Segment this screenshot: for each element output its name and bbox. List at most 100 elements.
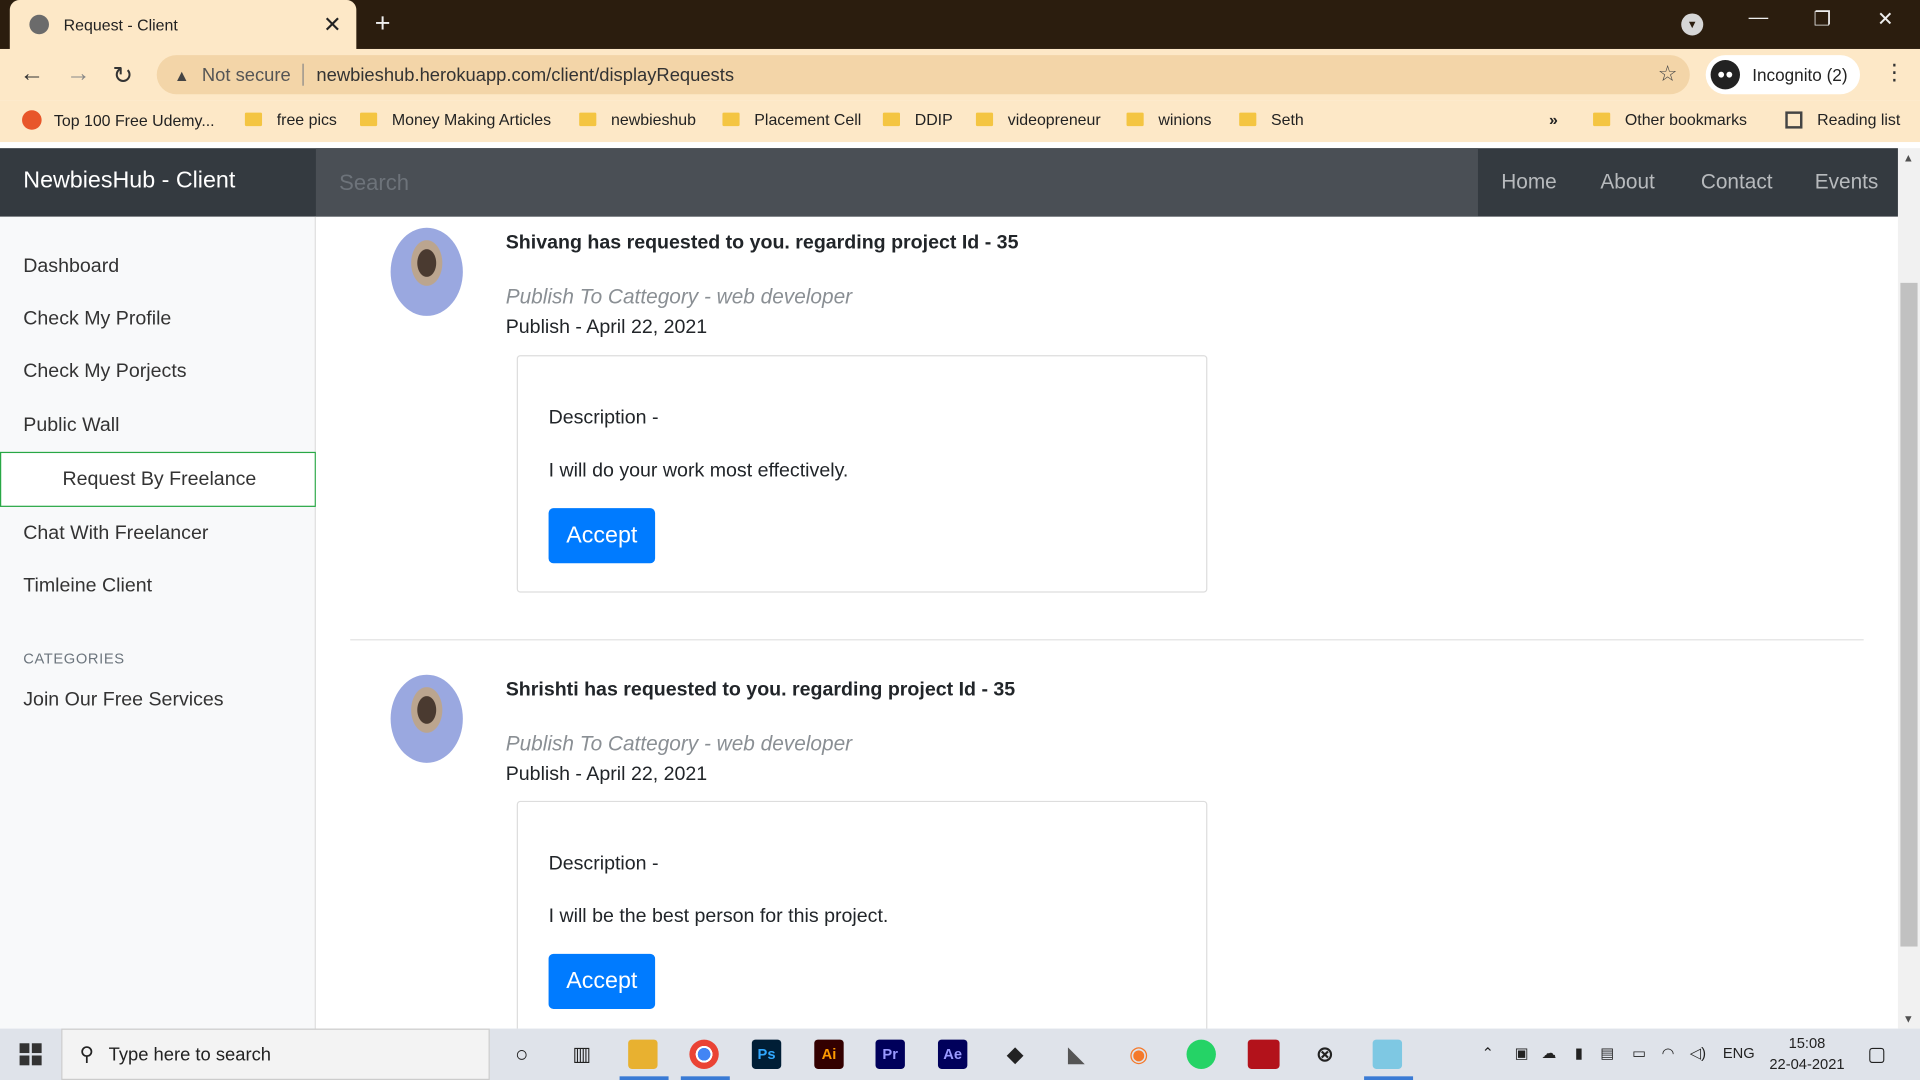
browser-tab[interactable]: Request - Client ✕ bbox=[9, 0, 357, 49]
tab-close-icon[interactable]: ✕ bbox=[323, 12, 341, 38]
sidebar-item-requests[interactable]: Request By Freelance bbox=[0, 451, 316, 507]
sidebar-item-public-wall[interactable]: Public Wall bbox=[23, 415, 119, 437]
chrome-icon[interactable] bbox=[689, 1039, 719, 1069]
premiere-icon[interactable]: Pr bbox=[875, 1039, 905, 1069]
description-label: Description - bbox=[548, 407, 659, 429]
active-app-indicator bbox=[1364, 1076, 1414, 1080]
site-navbar: NewbiesHub - Client Search Home About Co… bbox=[0, 148, 1898, 217]
divider bbox=[350, 639, 1864, 641]
whatsapp-icon[interactable] bbox=[1186, 1039, 1216, 1069]
windows-taskbar: ⚲ Type here to search ○ ▥ Ps Ai Pr Ae ◆ … bbox=[0, 1028, 1920, 1080]
bookmark-item[interactable]: Money Making Articles bbox=[360, 110, 551, 129]
udemy-icon bbox=[22, 110, 42, 130]
xbox-icon[interactable]: ⊗ bbox=[1310, 1040, 1339, 1069]
request-title: Shrishti has requested to you. regarding… bbox=[505, 679, 1016, 701]
app-icon[interactable] bbox=[1372, 1039, 1403, 1069]
not-secure-label[interactable]: Not secure bbox=[202, 64, 291, 85]
clock-time: 15:08 bbox=[1788, 1034, 1826, 1052]
more-bookmarks-button[interactable]: » bbox=[1549, 110, 1558, 128]
sidebar-item-chat[interactable]: Chat With Freelancer bbox=[23, 523, 208, 545]
scroll-down-icon[interactable]: ▼ bbox=[1903, 1013, 1914, 1025]
language-indicator[interactable]: ENG bbox=[1723, 1044, 1755, 1061]
scroll-thumb[interactable] bbox=[1900, 282, 1918, 947]
folder-icon bbox=[882, 112, 901, 127]
bookmarks-bar: Top 100 Free Udemy... free pics Money Ma… bbox=[0, 100, 1920, 143]
description-text: I will be the best person for this proje… bbox=[548, 906, 889, 927]
tab-search-icon[interactable]: ▼ bbox=[1681, 13, 1704, 36]
clock-date: 22-04-2021 bbox=[1769, 1055, 1845, 1073]
browser-menu-icon[interactable]: ⋮ bbox=[1883, 60, 1905, 86]
site-brand[interactable]: NewbiesHub - Client bbox=[23, 168, 235, 195]
inkscape-icon[interactable]: ◆ bbox=[1000, 1040, 1029, 1069]
restore-icon[interactable]: ❐ bbox=[1813, 7, 1831, 31]
volume-icon[interactable]: ◁) bbox=[1690, 1044, 1706, 1061]
forward-icon[interactable]: → bbox=[66, 60, 90, 88]
nav-about[interactable]: About bbox=[1600, 170, 1654, 194]
browser-toolbar: ← → ↻ ▲ Not secure newbieshub.herokuapp.… bbox=[0, 48, 1920, 101]
nav-events[interactable]: Events bbox=[1815, 170, 1879, 194]
scroll-up-icon[interactable]: ▲ bbox=[1903, 152, 1914, 164]
sidebar-item-timeline[interactable]: Timleine Client bbox=[23, 576, 152, 598]
bookmark-item[interactable]: videopreneur bbox=[975, 110, 1101, 129]
gimp-icon[interactable]: ◣ bbox=[1062, 1040, 1091, 1069]
bookmark-item[interactable]: Placement Cell bbox=[722, 110, 861, 129]
file-explorer-icon[interactable] bbox=[628, 1039, 658, 1069]
page-scrollbar[interactable]: ▲ ▼ bbox=[1897, 148, 1920, 1029]
nav-contact[interactable]: Contact bbox=[1701, 170, 1773, 194]
description-label: Description - bbox=[548, 853, 659, 875]
illustrator-icon[interactable]: Ai bbox=[814, 1039, 844, 1069]
sidebar-item-dashboard[interactable]: Dashboard bbox=[23, 256, 119, 278]
microphone-icon[interactable]: ▮ bbox=[1575, 1044, 1583, 1061]
bookmark-item[interactable]: DDIP bbox=[882, 110, 953, 129]
accept-button[interactable]: Accept bbox=[548, 953, 656, 1009]
wifi-icon[interactable]: ◠ bbox=[1662, 1044, 1675, 1061]
task-view-icon[interactable]: ▥ bbox=[567, 1040, 596, 1069]
minimize-icon[interactable]: — bbox=[1749, 7, 1769, 29]
tab-title: Request - Client bbox=[63, 15, 178, 34]
search-icon: ⚲ bbox=[79, 1044, 94, 1066]
nav-home[interactable]: Home bbox=[1501, 170, 1557, 194]
search-input[interactable]: Search bbox=[315, 148, 1478, 217]
request-date: Publish - April 22, 2021 bbox=[505, 317, 708, 338]
battery-icon[interactable]: ▭ bbox=[1632, 1044, 1646, 1061]
folder-icon bbox=[722, 112, 740, 127]
bookmark-item[interactable]: winions bbox=[1126, 110, 1211, 129]
taskbar-search-input[interactable]: ⚲ Type here to search bbox=[61, 1028, 490, 1080]
reading-list-icon bbox=[1785, 110, 1803, 128]
app-icon[interactable] bbox=[1247, 1039, 1280, 1069]
other-bookmarks[interactable]: Other bookmarks bbox=[1593, 110, 1747, 129]
tray-icon[interactable]: ▣ bbox=[1515, 1044, 1529, 1061]
back-icon[interactable]: ← bbox=[20, 60, 44, 88]
sidebar-item-projects[interactable]: Check My Porjects bbox=[23, 361, 186, 383]
tray-icon[interactable]: ▤ bbox=[1600, 1044, 1614, 1061]
request-category: Publish To Cattegory - web developer bbox=[505, 732, 853, 756]
bookmark-item[interactable]: Seth bbox=[1239, 110, 1304, 129]
reading-list[interactable]: Reading list bbox=[1785, 110, 1900, 129]
blender-icon[interactable]: ◉ bbox=[1124, 1040, 1153, 1069]
tray-chevron-icon[interactable]: ⌃ bbox=[1482, 1044, 1494, 1061]
reload-icon[interactable]: ↻ bbox=[113, 60, 134, 91]
bookmark-star-icon[interactable]: ☆ bbox=[1658, 61, 1678, 87]
folder-icon bbox=[975, 112, 994, 127]
windows-start-icon[interactable] bbox=[19, 1043, 42, 1066]
onedrive-icon[interactable]: ☁ bbox=[1542, 1044, 1557, 1061]
clock[interactable]: 15:08 22-04-2021 bbox=[1769, 1033, 1844, 1075]
new-tab-button[interactable]: + bbox=[375, 7, 391, 39]
bookmark-item[interactable]: newbieshub bbox=[579, 110, 696, 129]
address-bar[interactable]: ▲ Not secure newbieshub.herokuapp.com/cl… bbox=[156, 55, 1690, 95]
incognito-button[interactable]: ●● Incognito (2) bbox=[1705, 55, 1861, 95]
request-category: Publish To Cattegory - web developer bbox=[505, 285, 853, 309]
sidebar-item-free-services[interactable]: Join Our Free Services bbox=[23, 689, 223, 711]
sidebar-item-profile[interactable]: Check My Profile bbox=[23, 309, 171, 331]
accept-button[interactable]: Accept bbox=[548, 508, 656, 564]
incognito-icon: ●● bbox=[1710, 60, 1741, 90]
notifications-icon[interactable]: ▢ bbox=[1867, 1042, 1886, 1066]
window-close-icon[interactable]: ✕ bbox=[1877, 7, 1893, 31]
url-text[interactable]: newbieshub.herokuapp.com/client/displayR… bbox=[316, 64, 734, 85]
photoshop-icon[interactable]: Ps bbox=[751, 1039, 782, 1069]
bookmark-item[interactable]: Top 100 Free Udemy... bbox=[22, 110, 215, 130]
after-effects-icon[interactable]: Ae bbox=[937, 1039, 968, 1069]
bookmark-item[interactable]: free pics bbox=[244, 110, 337, 129]
incognito-label: Incognito (2) bbox=[1752, 64, 1848, 85]
cortana-icon[interactable]: ○ bbox=[507, 1040, 536, 1069]
